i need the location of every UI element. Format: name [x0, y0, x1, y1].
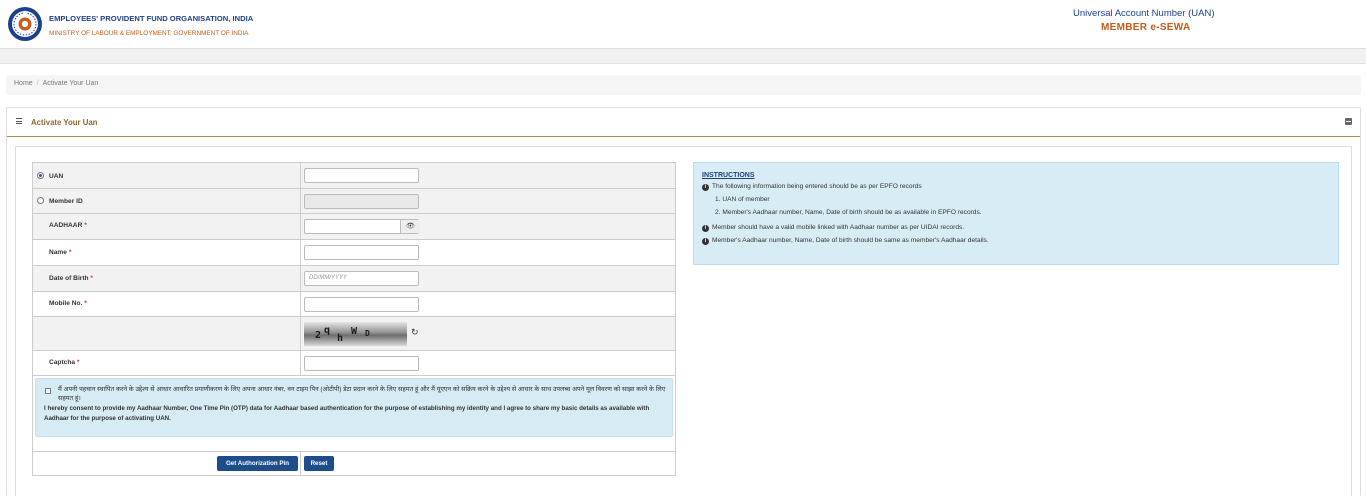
name-row: Name *	[33, 240, 675, 266]
aadhaar-input[interactable]: 👁	[304, 219, 420, 234]
member-id-row: Member ID	[33, 189, 675, 214]
activation-form: UAN Member ID AADHAAR * 👁 Name * Date of…	[32, 162, 676, 476]
consent-row: मैं अपनी पहचान स्थापित करने के उद्देश्य …	[33, 376, 675, 452]
service-name: MEMBER e-SEWA	[1101, 22, 1191, 33]
uan-radio[interactable]	[37, 172, 44, 179]
consent-hindi-text: मैं अपनी पहचान स्थापित करने के उद्देश्य …	[58, 386, 666, 402]
activate-uan-panel: Activate Your Uan UAN Member ID AADHAAR …	[6, 107, 1361, 496]
info-circle-icon: i	[702, 224, 709, 232]
mobile-input[interactable]	[304, 297, 419, 312]
panel-title: Activate Your Uan	[31, 118, 98, 127]
info-circle-icon: i	[702, 237, 709, 245]
epfo-emblem-icon	[8, 7, 42, 41]
get-authorization-pin-button[interactable]: Get Authorization Pin	[217, 456, 298, 471]
captcha-image: 2 q h W D	[304, 322, 407, 346]
eye-icon[interactable]: 👁	[400, 220, 420, 233]
dob-label: Date of Birth *	[49, 275, 93, 282]
org-name: EMPLOYEES' PROVIDENT FUND ORGANISATION, …	[49, 14, 254, 23]
instruction-sub-item: 2. Member's Aadhaar number, Name, Date o…	[715, 209, 982, 216]
panel-body: UAN Member ID AADHAAR * 👁 Name * Date of…	[15, 146, 1352, 496]
panel-header: Activate Your Uan	[7, 108, 1360, 137]
ministry-name: MINISTRY OF LABOUR & EMPLOYMENT, GOVERNM…	[49, 30, 249, 37]
name-label: Name *	[49, 249, 72, 256]
instruction-line: i Member should have a valid mobile link…	[702, 224, 1338, 232]
dob-input[interactable]: DD/MM/YYYY	[304, 271, 419, 286]
dob-row: Date of Birth * DD/MM/YYYY	[33, 266, 675, 292]
uan-row: UAN	[33, 163, 675, 189]
bars-icon	[16, 118, 22, 124]
captcha-input[interactable]	[304, 356, 419, 371]
info-circle-icon: i	[702, 183, 709, 191]
breadcrumb: Home / Activate Your Uan	[6, 75, 1361, 95]
member-id-label: Member ID	[49, 198, 83, 205]
uan-title: Universal Account Number (UAN)	[1073, 8, 1215, 19]
refresh-icon[interactable]: ↻	[411, 327, 419, 338]
name-input[interactable]	[304, 245, 419, 260]
mobile-row: Mobile No. *	[33, 292, 675, 317]
captcha-label: Captcha *	[49, 359, 80, 366]
aadhaar-row: AADHAAR * 👁	[33, 214, 675, 240]
consent-box: मैं अपनी पहचान स्थापित करने के उद्देश्य …	[35, 378, 673, 437]
uan-label: UAN	[49, 173, 64, 180]
site-header: EMPLOYEES' PROVIDENT FUND ORGANISATION, …	[0, 0, 1366, 49]
minus-square-icon[interactable]	[1345, 118, 1352, 125]
mobile-label: Mobile No. *	[49, 300, 87, 307]
aadhaar-label: AADHAAR *	[49, 222, 87, 229]
instruction-line: i The following information being entere…	[702, 183, 1338, 191]
instruction-line: i Member's Aadhaar number, Name, Date of…	[702, 237, 1338, 245]
instruction-sub-item: 1. UAN of member	[715, 196, 770, 203]
nav-bar	[0, 49, 1366, 64]
uan-input[interactable]	[304, 168, 419, 183]
consent-english-text: I hereby consent to provide my Aadhaar N…	[44, 405, 650, 422]
captcha-image-row: 2 q h W D ↻	[33, 317, 675, 351]
captcha-row: Captcha *	[33, 351, 675, 376]
reset-button[interactable]: Reset	[304, 456, 334, 471]
consent-checkbox[interactable]	[45, 388, 51, 394]
instructions-heading: INSTRUCTIONS	[702, 172, 755, 179]
button-row: Get Authorization Pin Reset	[33, 452, 675, 475]
breadcrumb-current: Activate Your Uan	[42, 80, 99, 87]
breadcrumb-home[interactable]: Home	[14, 80, 33, 87]
member-id-radio[interactable]	[37, 197, 44, 204]
breadcrumb-separator: /	[36, 80, 39, 87]
instructions-box: INSTRUCTIONS i The following information…	[693, 162, 1339, 265]
member-id-input	[304, 194, 419, 209]
